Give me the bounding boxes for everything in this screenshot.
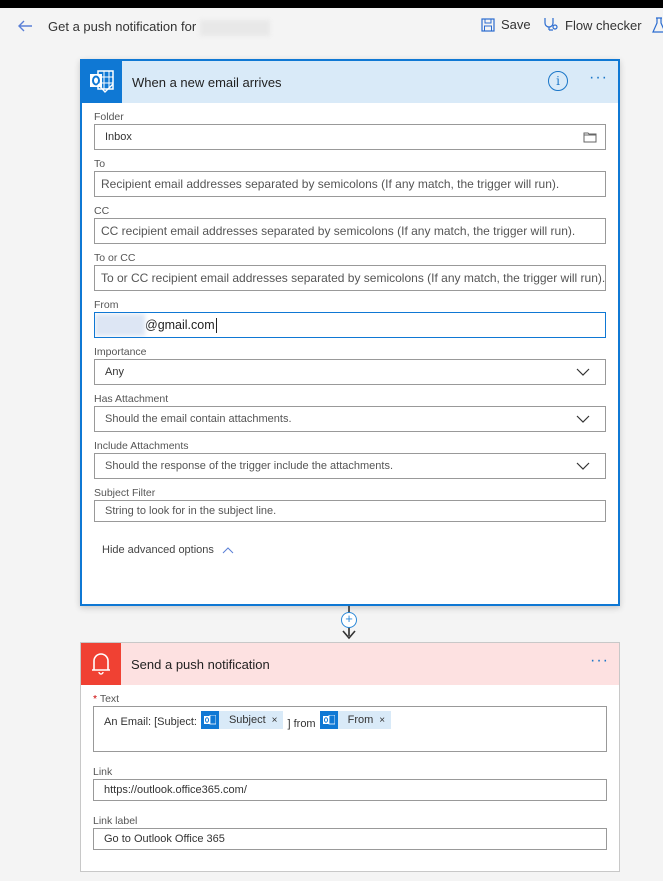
folder-picker-icon[interactable]	[583, 131, 597, 146]
insert-step-plus-icon[interactable]: +	[341, 612, 357, 628]
cc-input[interactable]: CC recipient email addresses separated b…	[94, 218, 606, 244]
save-button[interactable]: Save	[481, 17, 531, 32]
subject-filter-input[interactable]: String to look for in the subject line.	[94, 500, 606, 522]
chevron-up-icon	[222, 547, 234, 554]
to-field: To Recipient email addresses separated b…	[94, 158, 606, 197]
dynamic-token-subject[interactable]: Subject ×	[200, 711, 284, 729]
link-label-field: Link label Go to Outlook Office 365	[93, 815, 607, 850]
text-field: * Text An Email: [Subject: Subject × ] f…	[93, 693, 607, 752]
back-arrow-icon[interactable]	[16, 17, 36, 37]
flow-checker-button[interactable]: Flow checker	[543, 17, 642, 33]
chevron-down-icon	[576, 368, 590, 376]
test-button[interactable]	[652, 17, 663, 33]
link-field: Link https://outlook.office365.com/	[93, 766, 607, 801]
has-attachment-dropdown[interactable]: Should the email contain attachments.	[94, 406, 606, 432]
link-label-input[interactable]: Go to Outlook Office 365	[93, 828, 607, 850]
to-or-cc-field: To or CC To or CC recipient email addres…	[94, 252, 606, 291]
to-input[interactable]: Recipient email addresses separated by s…	[94, 171, 606, 197]
outlook-icon	[82, 61, 122, 103]
more-options-icon[interactable]: ···	[589, 69, 608, 87]
folder-field: Folder Inbox	[94, 111, 606, 150]
bell-icon	[81, 643, 121, 685]
info-icon[interactable]: i	[548, 71, 568, 91]
subject-filter-field: Subject Filter String to look for in the…	[94, 487, 606, 522]
stethoscope-icon	[544, 18, 558, 31]
to-or-cc-input[interactable]: To or CC recipient email addresses separ…	[94, 265, 606, 291]
trigger-card: When a new email arrives i ··· Folder In…	[80, 59, 620, 606]
remove-token-icon[interactable]: ×	[379, 715, 391, 726]
chevron-down-icon	[576, 462, 590, 470]
outlook-icon	[200, 711, 219, 729]
text-caret	[215, 317, 217, 333]
link-input[interactable]: https://outlook.office365.com/	[93, 779, 607, 801]
more-options-icon[interactable]: ···	[590, 652, 609, 670]
cc-field: CC CC recipient email addresses separate…	[94, 205, 606, 244]
redacted-flow-name	[199, 19, 270, 36]
include-attachments-field: Include Attachments Should the response …	[94, 440, 606, 479]
window-top-strip	[0, 0, 663, 8]
include-attachments-dropdown[interactable]: Should the response of the trigger inclu…	[94, 453, 606, 479]
remove-token-icon[interactable]: ×	[272, 715, 284, 726]
action-card-header[interactable]: Send a push notification ···	[81, 643, 619, 685]
required-marker: *	[93, 693, 98, 705]
from-field: From @gmail.com	[94, 299, 606, 338]
hide-advanced-options-link[interactable]: Hide advanced options	[102, 544, 606, 556]
outlook-icon	[319, 711, 338, 729]
importance-dropdown[interactable]: Any	[94, 359, 606, 385]
redacted-email-user	[95, 314, 145, 336]
arrow-down-icon	[342, 630, 356, 640]
from-input[interactable]: @gmail.com	[94, 312, 606, 338]
save-icon	[481, 17, 495, 32]
action-card: Send a push notification ··· * Text An E…	[80, 642, 620, 872]
dynamic-token-from[interactable]: From ×	[319, 711, 392, 729]
text-input[interactable]: An Email: [Subject: Subject × ] from Fro…	[93, 706, 607, 752]
has-attachment-field: Has Attachment Should the email contain …	[94, 393, 606, 432]
flask-icon	[652, 17, 663, 33]
trigger-title: When a new email arrives	[132, 74, 282, 90]
importance-field: Importance Any	[94, 346, 606, 385]
trigger-card-header[interactable]: When a new email arrives i ···	[82, 61, 618, 103]
toolbar: Get a push notification for Save Flow ch…	[0, 8, 663, 44]
action-title: Send a push notification	[131, 656, 270, 672]
chevron-down-icon	[576, 415, 590, 423]
folder-input[interactable]: Inbox	[94, 124, 606, 150]
flow-title: Get a push notification for	[48, 19, 270, 36]
